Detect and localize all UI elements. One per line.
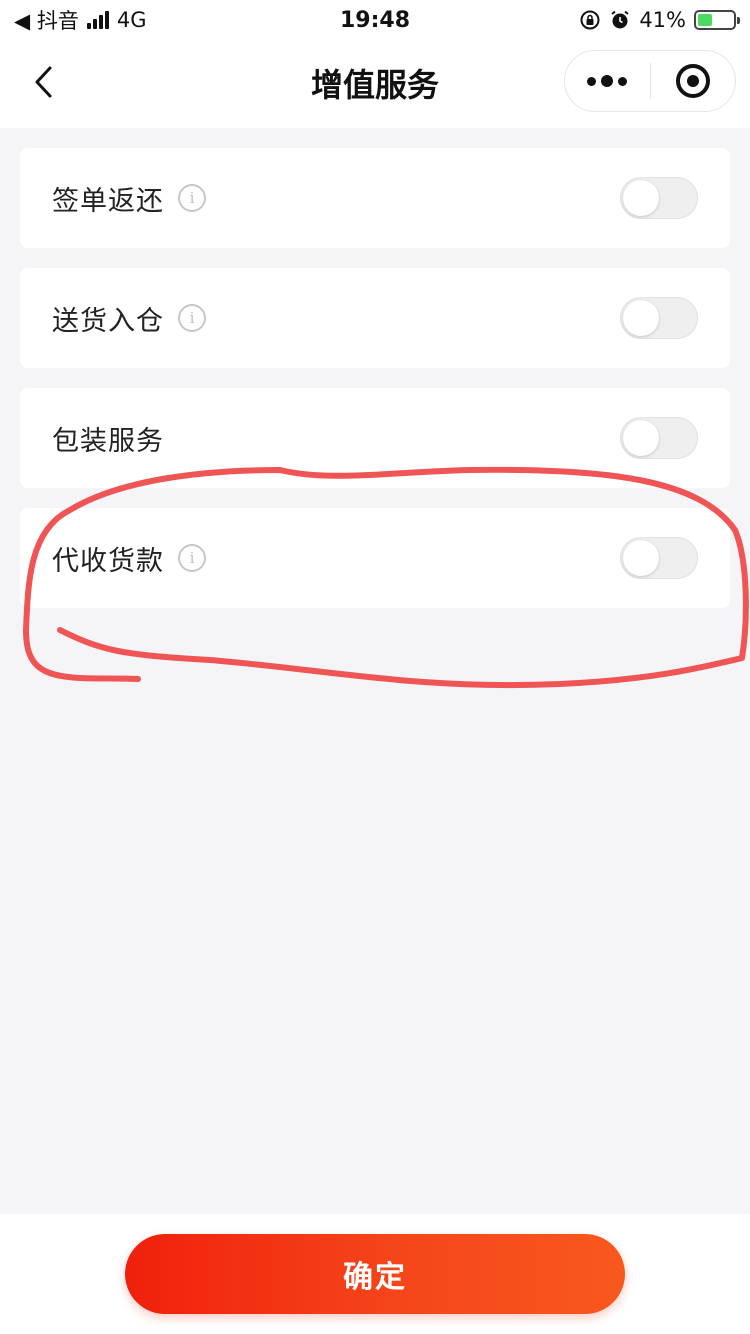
network-type: 4G: [116, 8, 147, 32]
nav-bar: 增值服务: [0, 40, 750, 128]
service-item-packaging: 包装服务: [20, 388, 730, 488]
mini-program-capsule: [564, 50, 736, 112]
toggle-knob: [623, 540, 659, 576]
service-label: 包装服务: [52, 425, 164, 457]
info-icon[interactable]: i: [178, 544, 206, 572]
toggle-knob: [623, 180, 659, 216]
rotation-lock-icon: [580, 10, 600, 30]
bottom-bar: 确定: [0, 1214, 750, 1334]
more-dots-icon: [587, 75, 628, 87]
back-button[interactable]: [24, 60, 64, 104]
status-right: 41%: [579, 8, 740, 32]
service-label: 代收货款: [52, 545, 164, 577]
more-button[interactable]: [565, 51, 650, 111]
service-label: 签单返还: [52, 185, 164, 217]
confirm-button[interactable]: 确定: [125, 1234, 625, 1314]
toggle-knob: [623, 300, 659, 336]
service-label-wrap: 代收货款 i: [52, 539, 206, 578]
chevron-left-icon: [35, 66, 52, 98]
cod-toggle[interactable]: [620, 537, 698, 579]
packaging-toggle[interactable]: [620, 417, 698, 459]
signback-toggle[interactable]: [620, 177, 698, 219]
status-bar: ◀ 抖音 4G 19:48 41%: [0, 0, 750, 40]
battery-level: [698, 14, 712, 26]
battery-icon: [694, 10, 740, 30]
status-left: ◀ 抖音 4G: [14, 5, 146, 35]
service-item-signback: 签单返还 i: [20, 148, 730, 248]
service-label-wrap: 送货入仓 i: [52, 299, 206, 338]
page: ◀ 抖音 4G 19:48 41% 增值服务 签单返还 i 送货入仓 i 包装服…: [0, 0, 750, 1334]
service-list: 签单返还 i 送货入仓 i 包装服务 代收货款 i: [20, 148, 730, 628]
service-item-cod: 代收货款 i: [20, 508, 730, 608]
info-icon[interactable]: i: [178, 184, 206, 212]
service-item-warehouse-delivery: 送货入仓 i: [20, 268, 730, 368]
service-label-wrap: 签单返还 i: [52, 179, 206, 218]
service-label-wrap: 包装服务: [52, 419, 164, 458]
battery-percent: 41%: [639, 8, 686, 32]
service-label: 送货入仓: [52, 305, 164, 337]
signal-icon: [86, 11, 109, 29]
alarm-icon: [611, 10, 629, 29]
info-icon[interactable]: i: [178, 304, 206, 332]
close-mini-program-button[interactable]: [651, 51, 736, 111]
warehouse-delivery-toggle[interactable]: [620, 297, 698, 339]
target-icon: [675, 64, 710, 98]
back-to-app-link[interactable]: ◀ 抖音: [14, 5, 79, 35]
toggle-knob: [623, 420, 659, 456]
